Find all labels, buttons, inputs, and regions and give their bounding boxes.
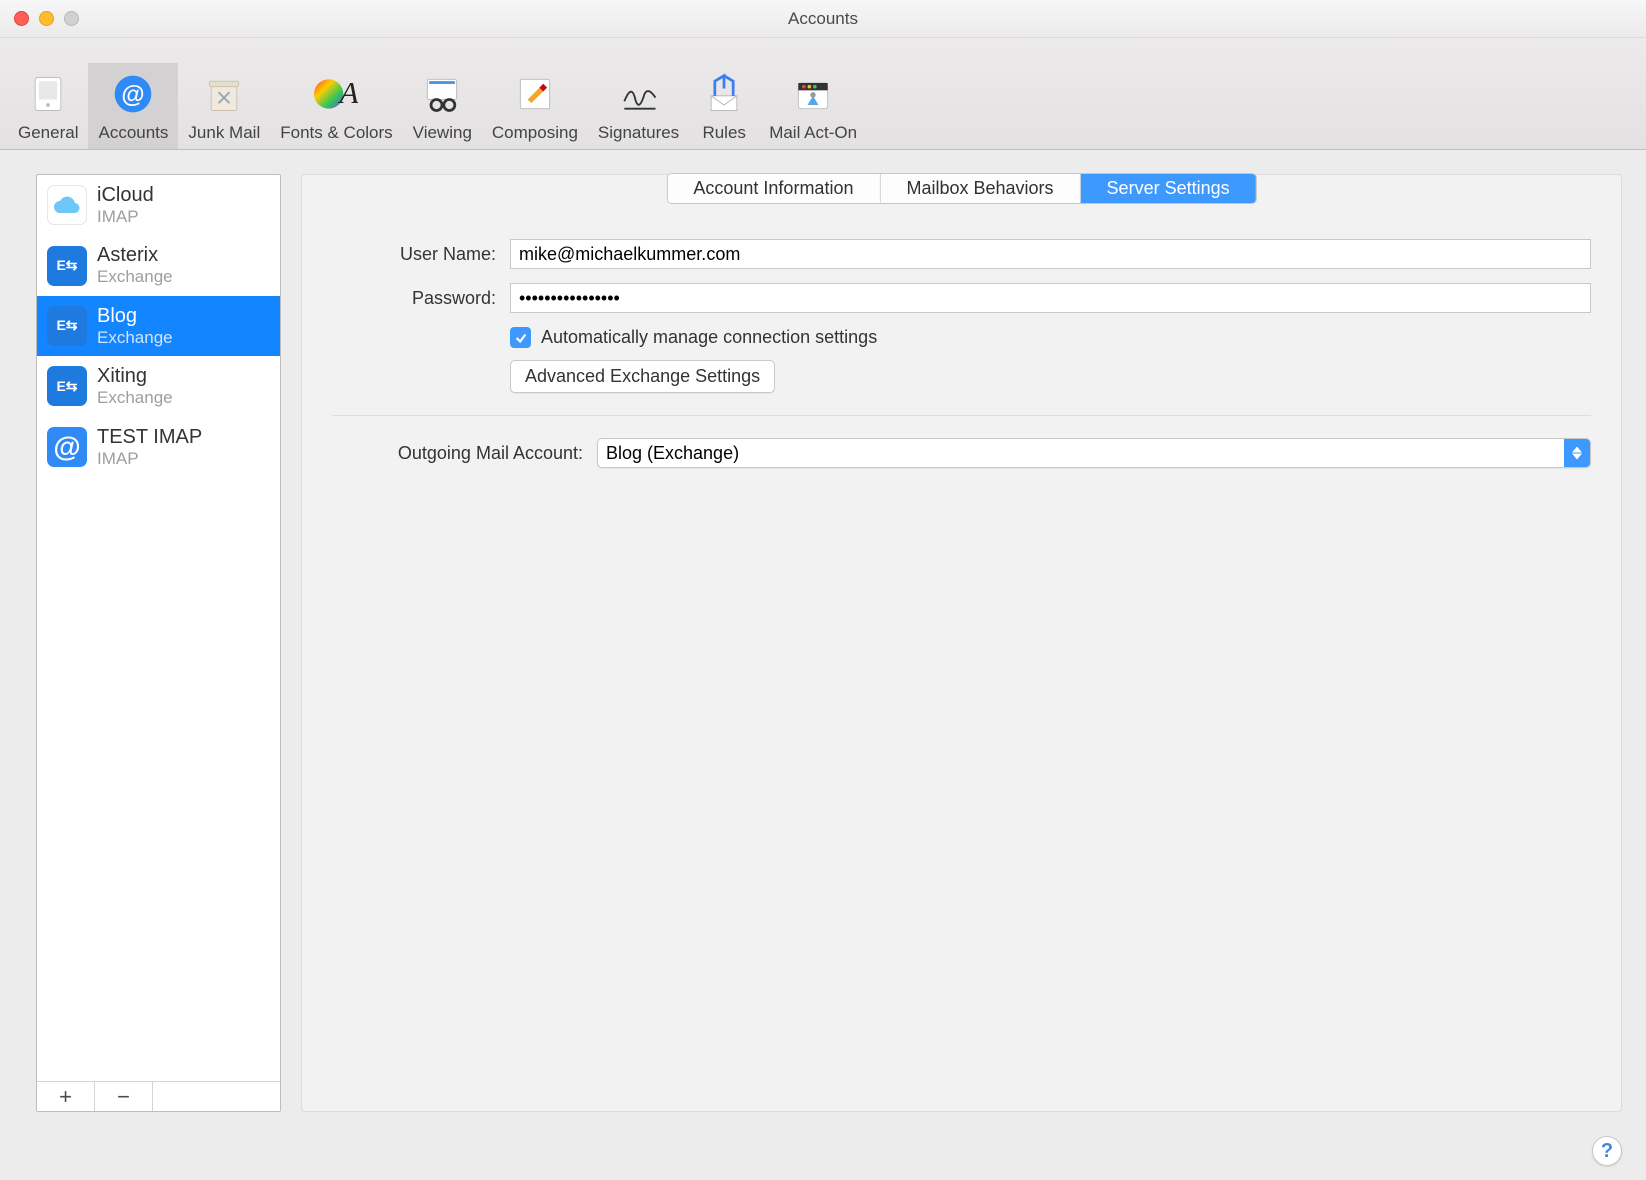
rules-icon bbox=[699, 69, 749, 119]
mail-act-on-icon bbox=[788, 69, 838, 119]
tab-mailbox-behaviors[interactable]: Mailbox Behaviors bbox=[880, 174, 1080, 203]
toolbar-label: Mail Act-On bbox=[769, 123, 857, 143]
outgoing-account-label: Outgoing Mail Account: bbox=[332, 443, 597, 464]
account-name: Xiting bbox=[97, 364, 173, 388]
divider bbox=[332, 415, 1591, 416]
zoom-window-button[interactable] bbox=[64, 11, 79, 26]
account-row-test-imap[interactable]: @ TEST IMAP IMAP bbox=[37, 417, 280, 477]
toolbar-junk-mail[interactable]: Junk Mail bbox=[178, 63, 270, 149]
advanced-exchange-settings-button[interactable]: Advanced Exchange Settings bbox=[510, 360, 775, 393]
toolbar-label: Viewing bbox=[413, 123, 472, 143]
password-label: Password: bbox=[332, 288, 510, 309]
account-name: Blog bbox=[97, 304, 173, 328]
accounts-panel: iCloud IMAP E⇆ Asterix Exchange E⇆ Blog … bbox=[36, 174, 281, 1112]
toolbar-label: General bbox=[18, 123, 78, 143]
account-row-xiting[interactable]: E⇆ Xiting Exchange bbox=[37, 356, 280, 416]
footer-filler bbox=[153, 1082, 280, 1111]
chevron-up-down-icon bbox=[1564, 439, 1590, 467]
viewing-icon bbox=[417, 69, 467, 119]
outgoing-account-value: Blog (Exchange) bbox=[606, 443, 739, 464]
auto-manage-row[interactable]: Automatically manage connection settings bbox=[510, 327, 1591, 348]
account-name: Asterix bbox=[97, 243, 173, 267]
account-type: Exchange bbox=[97, 328, 173, 348]
at-icon: @ bbox=[47, 427, 87, 467]
minimize-window-button[interactable] bbox=[39, 11, 54, 26]
exchange-icon: E⇆ bbox=[47, 366, 87, 406]
server-settings-form: User Name: Password: Automatically manag… bbox=[302, 175, 1621, 488]
svg-text:@: @ bbox=[122, 81, 145, 108]
toolbar-label: Signatures bbox=[598, 123, 679, 143]
titlebar: Accounts bbox=[0, 0, 1646, 38]
accounts-list[interactable]: iCloud IMAP E⇆ Asterix Exchange E⇆ Blog … bbox=[37, 175, 280, 1081]
auto-manage-checkbox[interactable] bbox=[510, 327, 531, 348]
toolbar-composing[interactable]: Composing bbox=[482, 63, 588, 149]
preferences-toolbar: General @ Accounts Junk Mail A Fonts & C… bbox=[0, 38, 1646, 150]
toolbar-rules[interactable]: Rules bbox=[689, 63, 759, 149]
general-icon bbox=[23, 69, 73, 119]
accounts-footer: + − bbox=[37, 1081, 280, 1111]
username-input[interactable] bbox=[510, 239, 1591, 269]
exchange-icon: E⇆ bbox=[47, 246, 87, 286]
remove-account-button[interactable]: − bbox=[95, 1082, 153, 1111]
account-type: IMAP bbox=[97, 449, 202, 469]
close-window-button[interactable] bbox=[14, 11, 29, 26]
junk-mail-icon bbox=[199, 69, 249, 119]
account-type: IMAP bbox=[97, 207, 154, 227]
account-row-asterix[interactable]: E⇆ Asterix Exchange bbox=[37, 235, 280, 295]
content-panel: Account Information Mailbox Behaviors Se… bbox=[301, 174, 1622, 1112]
window-title: Accounts bbox=[0, 9, 1646, 29]
tab-account-information[interactable]: Account Information bbox=[667, 174, 880, 203]
toolbar-label: Accounts bbox=[98, 123, 168, 143]
add-account-button[interactable]: + bbox=[37, 1082, 95, 1111]
toolbar-label: Composing bbox=[492, 123, 578, 143]
account-type: Exchange bbox=[97, 388, 173, 408]
help-button[interactable]: ? bbox=[1592, 1136, 1622, 1166]
toolbar-accounts[interactable]: @ Accounts bbox=[88, 63, 178, 149]
composing-icon bbox=[510, 69, 560, 119]
accounts-icon: @ bbox=[108, 69, 158, 119]
outgoing-account-select[interactable]: Blog (Exchange) bbox=[597, 438, 1591, 468]
account-name: iCloud bbox=[97, 183, 154, 207]
account-type: Exchange bbox=[97, 267, 173, 287]
password-row: Password: bbox=[332, 283, 1591, 313]
username-row: User Name: bbox=[332, 239, 1591, 269]
account-row-blog[interactable]: E⇆ Blog Exchange bbox=[37, 296, 280, 356]
toolbar-label: Junk Mail bbox=[188, 123, 260, 143]
password-input[interactable] bbox=[510, 283, 1591, 313]
toolbar-viewing[interactable]: Viewing bbox=[403, 63, 482, 149]
account-tabs: Account Information Mailbox Behaviors Se… bbox=[666, 173, 1256, 204]
toolbar-mail-act-on[interactable]: Mail Act-On bbox=[759, 63, 867, 149]
toolbar-fonts-colors[interactable]: A Fonts & Colors bbox=[270, 63, 402, 149]
toolbar-general[interactable]: General bbox=[8, 63, 88, 149]
exchange-icon: E⇆ bbox=[47, 306, 87, 346]
toolbar-label: Rules bbox=[702, 123, 745, 143]
outgoing-account-row: Outgoing Mail Account: Blog (Exchange) bbox=[332, 438, 1591, 468]
svg-text:A: A bbox=[338, 75, 358, 110]
main-area: iCloud IMAP E⇆ Asterix Exchange E⇆ Blog … bbox=[0, 150, 1646, 1120]
username-label: User Name: bbox=[332, 244, 510, 265]
toolbar-label: Fonts & Colors bbox=[280, 123, 392, 143]
toolbar-signatures[interactable]: Signatures bbox=[588, 63, 689, 149]
cloud-icon bbox=[47, 185, 87, 225]
signatures-icon bbox=[614, 69, 664, 119]
fonts-colors-icon: A bbox=[311, 69, 361, 119]
window-controls bbox=[0, 11, 79, 26]
auto-manage-label: Automatically manage connection settings bbox=[541, 327, 877, 348]
account-name: TEST IMAP bbox=[97, 425, 202, 449]
account-row-icloud[interactable]: iCloud IMAP bbox=[37, 175, 280, 235]
tab-server-settings[interactable]: Server Settings bbox=[1081, 174, 1256, 203]
